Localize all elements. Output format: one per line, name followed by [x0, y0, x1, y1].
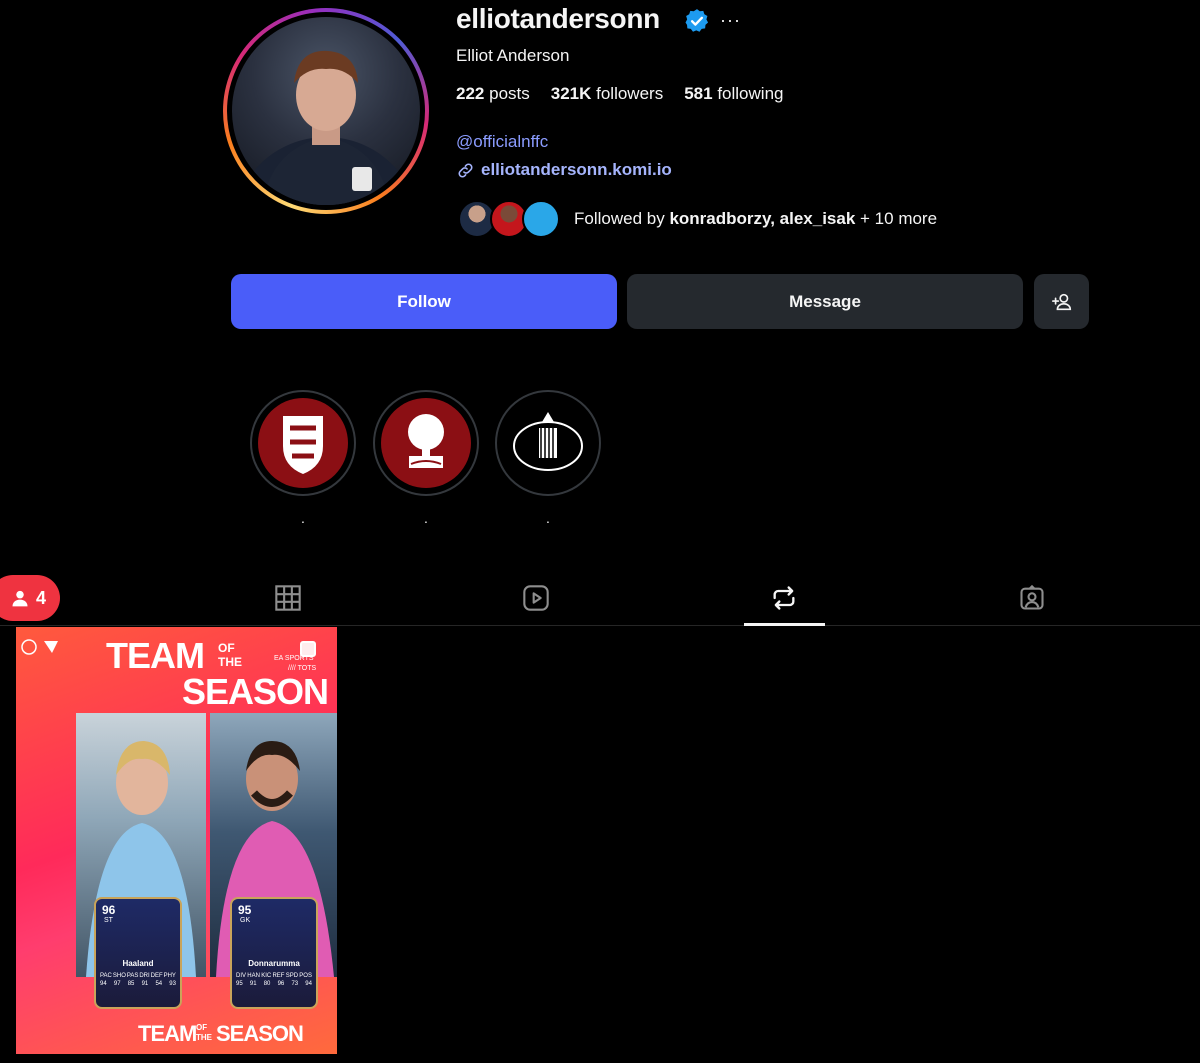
followers-count[interactable]: 321K followers [551, 84, 663, 104]
post-thumbnail[interactable]: TEAM OF THE SEASON EA SPORTS //// TOTS 9… [16, 627, 337, 1054]
avatar-image [236, 50, 416, 205]
story-highlight[interactable] [373, 390, 479, 496]
tab-posts[interactable] [268, 580, 308, 616]
newcastle-crest-icon [503, 398, 593, 488]
multi-post-icon [300, 641, 316, 657]
tagged-icon [1020, 584, 1044, 610]
following-count[interactable]: 581 following [684, 84, 783, 104]
card-rating: 95 [238, 903, 252, 917]
more-options-icon[interactable]: ··· [720, 10, 741, 31]
highlight-label: . [546, 510, 550, 526]
card-position: GK [240, 917, 251, 924]
tab-reposts[interactable] [764, 580, 804, 616]
bio-website-link[interactable]: elliotandersonn.komi.io [456, 160, 672, 180]
tab-tagged[interactable] [1012, 580, 1052, 616]
tab-reels[interactable] [516, 580, 556, 616]
followed-by-row[interactable]: Followed by konradborzy, alex_isak + 10 … [458, 198, 937, 240]
forest-crest-icon [381, 398, 471, 488]
post-bottom-season: SEASON [216, 1021, 304, 1046]
profile-avatar-ring[interactable] [223, 8, 429, 214]
card-stat-values: 94 97 85 91 54 93 [100, 981, 176, 987]
bio-handle-link[interactable]: @officialnffc [456, 132, 548, 152]
story-highlight[interactable] [250, 390, 356, 496]
badge-count: 4 [35, 587, 46, 608]
person-icon [12, 590, 28, 607]
suggested-users-button[interactable] [1034, 274, 1089, 329]
tabs-divider [0, 625, 1200, 626]
mutual-avatar [522, 200, 560, 238]
reposts-icon [773, 586, 795, 610]
post-title-of: OF [218, 641, 235, 655]
add-user-icon [1051, 293, 1071, 310]
card-player-name: Haaland [122, 959, 154, 968]
avatar [232, 17, 420, 205]
forest-crest-image [408, 414, 444, 468]
post-title-season: SEASON [182, 671, 329, 712]
post-tots: //// TOTS [288, 665, 317, 672]
player-card-left: 96 ST Haaland PAC SHO PAS DRI DEF PHY 94 97 85 9… [94, 897, 182, 1009]
profile-stats: 222 posts 321K followers 581 following [456, 84, 783, 104]
highlight-label: . [301, 510, 305, 526]
story-highlight[interactable] [495, 390, 601, 496]
card-position: ST [104, 917, 113, 924]
mutual-avatars [458, 198, 568, 240]
post-bottom-team: TEAM [138, 1021, 197, 1046]
newcastle-crest-image [513, 412, 583, 471]
post-bottom-of: OF [196, 1023, 208, 1032]
reels-icon [523, 585, 549, 611]
player-card-right: 95 GK Donnarumma DIV HAN KIC REF SPD POS 95 91… [230, 897, 318, 1009]
highlight-label: . [424, 510, 428, 526]
profile-username: elliotandersonn [456, 3, 660, 34]
england-crest-icon [258, 398, 348, 488]
card-rating: 96 [102, 903, 116, 917]
posts-count: 222 posts [456, 84, 530, 103]
profile-full-name: Elliot Anderson [456, 46, 570, 65]
link-icon [458, 162, 473, 178]
card-stat-labels: PAC SHO PAS DRI DEF PHY [100, 973, 176, 979]
message-button[interactable]: Message [627, 274, 1023, 329]
verified-badge-icon [685, 9, 709, 32]
card-player-name: Donnarumma [248, 959, 300, 968]
followed-by-text: Followed by konradborzy, alex_isak + 10 … [574, 209, 938, 228]
active-tab-indicator [744, 623, 825, 626]
card-stat-values: 95 91 80 96 73 94 [236, 981, 312, 987]
post-bottom-the: THE [196, 1033, 212, 1042]
avatar-gap [227, 12, 425, 210]
card-stat-labels: DIV HAN KIC REF SPD POS [236, 973, 312, 979]
fc-logo-icon [21, 639, 58, 655]
post-title-the: THE [218, 655, 242, 669]
notification-badge[interactable]: 4 [0, 575, 60, 621]
website-text: elliotandersonn.komi.io [481, 160, 672, 179]
follow-button[interactable]: Follow [231, 274, 617, 329]
england-crest-image [283, 416, 323, 474]
grid-icon [275, 585, 301, 611]
